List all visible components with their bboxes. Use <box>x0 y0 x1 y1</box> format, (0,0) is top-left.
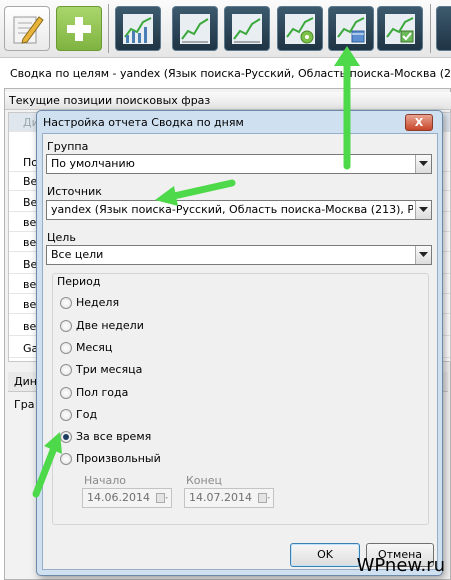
chevron-down-icon[interactable] <box>415 201 431 219</box>
annotation-arrow <box>32 432 62 498</box>
radio-three-months-label[interactable]: Три месяца <box>76 363 142 376</box>
dialog-title: Настройка отчета Сводка по дням <box>43 116 244 129</box>
radio-half-year-label[interactable]: Пол года <box>76 386 128 399</box>
radio-two-weeks[interactable] <box>60 320 72 332</box>
radio-half-year[interactable] <box>60 387 72 399</box>
start-date-value: 14.06.2014 <box>87 491 150 504</box>
radio-year[interactable] <box>60 409 72 421</box>
radio-month[interactable] <box>60 342 72 354</box>
source-select[interactable]: yandex (Язык поиска-Русский, Область пои… <box>46 200 432 220</box>
start-date-picker: 14.06.2014 <box>82 488 172 508</box>
chart-check-icon[interactable] <box>377 6 423 51</box>
chart-line-icon[interactable] <box>436 6 451 51</box>
period-label: Период <box>57 275 101 288</box>
source-label: Источник <box>47 185 102 198</box>
goal-label: Цель <box>47 231 76 244</box>
start-date-label: Начало <box>84 474 127 487</box>
chart-line-icon[interactable] <box>172 6 218 51</box>
watermark: WPnew.ru <box>356 555 445 576</box>
calendar-icon <box>156 493 168 503</box>
chart-bars-icon[interactable] <box>115 6 161 51</box>
annotation-arrow <box>155 179 236 206</box>
chart-target-icon[interactable] <box>277 6 323 51</box>
report-title: Сводка по целям - yandex (Язык поиска-Ру… <box>10 67 451 80</box>
annotation-arrow <box>334 46 360 170</box>
group-select[interactable]: По умолчанию <box>46 154 432 174</box>
edit-icon[interactable] <box>4 6 50 51</box>
chevron-down-icon[interactable] <box>415 155 431 173</box>
group-label: Группа <box>47 140 89 153</box>
end-date-picker: 14.07.2014 <box>184 488 274 508</box>
tab-current-positions[interactable]: Текущие позиции поисковых фраз <box>5 92 451 110</box>
radio-two-weeks-label[interactable]: Две недели <box>76 319 144 332</box>
radio-month-label[interactable]: Месяц <box>76 341 112 354</box>
end-date-label: Конец <box>186 474 222 487</box>
goal-select-value: Все цели <box>51 248 104 261</box>
radio-week-label[interactable]: Неделя <box>76 296 119 309</box>
close-button[interactable]: X <box>405 114 433 131</box>
add-icon[interactable] <box>56 6 102 51</box>
radio-year-label[interactable]: Год <box>76 408 97 421</box>
calendar-icon <box>258 493 270 503</box>
chart-label: Гра <box>14 398 35 411</box>
toolbar <box>0 0 451 58</box>
radio-week[interactable] <box>60 297 72 309</box>
radio-custom-label[interactable]: Произвольный <box>76 452 161 465</box>
chart-line-icon[interactable] <box>224 6 270 51</box>
goal-select[interactable]: Все цели <box>46 245 432 265</box>
radio-all-time-label[interactable]: За все время <box>76 430 151 443</box>
end-date-value: 14.07.2014 <box>189 491 252 504</box>
ok-button[interactable]: OK <box>290 543 360 567</box>
chevron-down-icon[interactable] <box>415 246 431 264</box>
radio-three-months[interactable] <box>60 364 72 376</box>
